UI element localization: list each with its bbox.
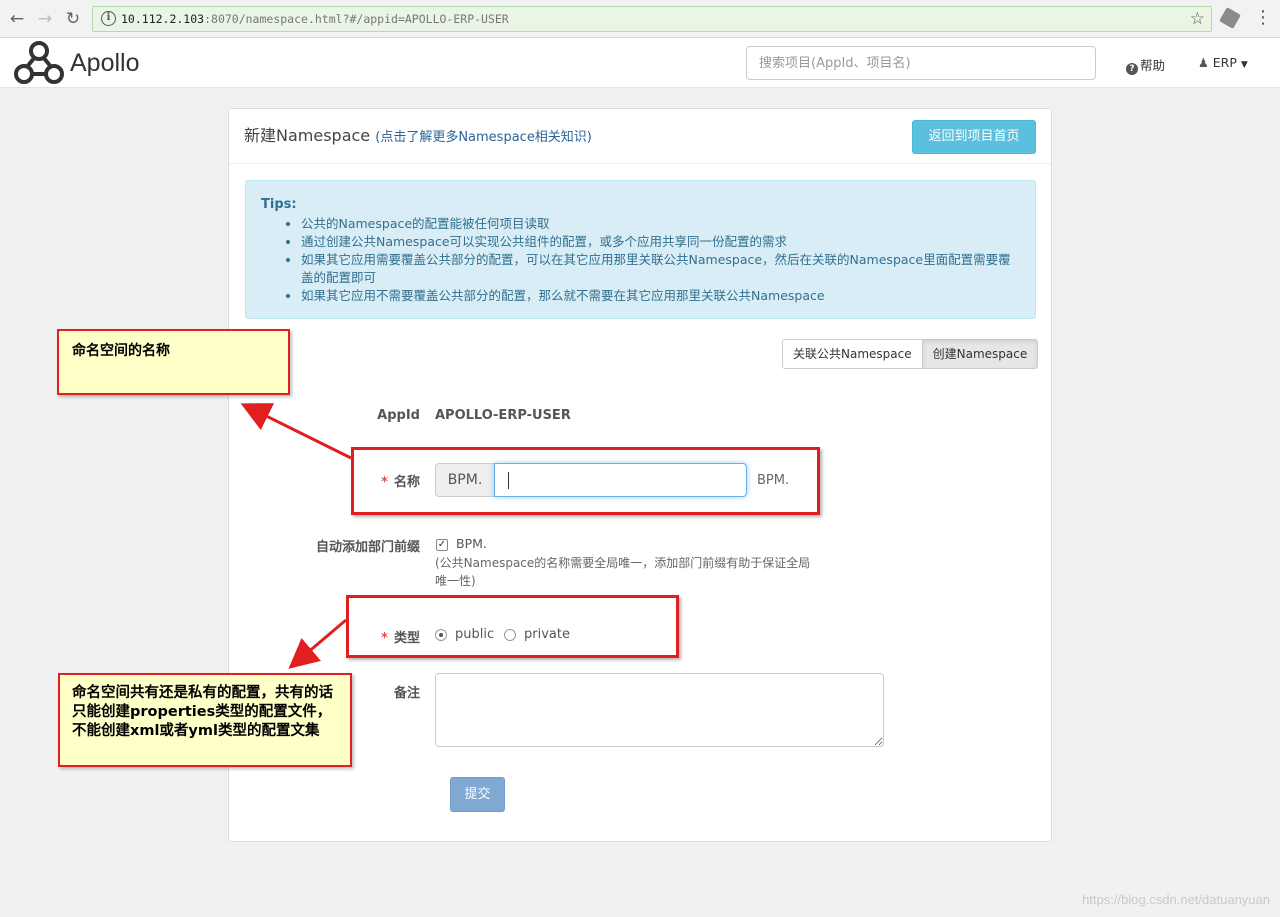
auto-prefix-checkbox[interactable]: ✓	[436, 539, 448, 551]
appid-value: APOLLO-ERP-USER	[435, 408, 571, 423]
tip-item: 如果其它应用需要覆盖公共部分的配置，可以在其它应用那里关联公共Namespace…	[301, 251, 1035, 287]
address-bar[interactable]: i 10.112.2.103:8070/namespace.html?#/app…	[92, 6, 1212, 32]
url-text: 10.112.2.103:8070/namespace.html?#/appid…	[121, 12, 509, 26]
name-highlight-box	[351, 447, 820, 515]
back-arrow-icon[interactable]: ←	[6, 8, 28, 30]
forward-arrow-icon[interactable]: →	[34, 8, 56, 30]
appid-label: AppId	[377, 408, 420, 423]
namespace-mode-toggle: 关联公共Namespace 创建Namespace	[782, 339, 1039, 369]
extension-icon[interactable]	[1219, 7, 1241, 29]
namespace-help-link[interactable]: (点击了解更多Namespace相关知识)	[375, 130, 592, 145]
apollo-logo-icon[interactable]	[14, 40, 64, 86]
bookmark-star-icon[interactable]: ☆	[1190, 9, 1205, 29]
info-icon[interactable]: i	[101, 11, 116, 26]
question-circle-icon: ?	[1126, 63, 1138, 75]
remark-textarea[interactable]	[435, 673, 884, 747]
tip-item: 公共的Namespace的配置能被任何项目读取	[301, 215, 1035, 233]
page-title: 新建Namespace (点击了解更多Namespace相关知识)	[244, 126, 592, 145]
name-callout-note: 命名空间的名称	[57, 329, 290, 395]
help-link[interactable]: ? 帮助	[1126, 55, 1165, 75]
app-header: Apollo ?帮助 ♟ ERP ▼	[0, 38, 1280, 88]
type-highlight-box	[346, 595, 679, 658]
project-search-input[interactable]	[746, 46, 1096, 80]
brand-name[interactable]: Apollo	[70, 49, 140, 78]
watermark-text: https://blog.csdn.net/datuanyuan	[1082, 892, 1270, 907]
back-to-project-button[interactable]: 返回到项目首页	[912, 120, 1036, 154]
caret-down-icon: ▼	[1240, 60, 1248, 70]
panel-header: 新建Namespace (点击了解更多Namespace相关知识) 返回到项目首…	[229, 109, 1051, 164]
user-menu[interactable]: ♟ ERP ▼	[1198, 55, 1248, 70]
reload-icon[interactable]: ↻	[62, 8, 84, 30]
type-callout-note: 命名空间共有还是私有的配置，共有的话只能创建properties类型的配置文件，…	[58, 673, 352, 767]
associate-public-namespace-button[interactable]: 关联公共Namespace	[782, 339, 923, 369]
auto-prefix-label: 自动添加部门前缀	[315, 540, 420, 555]
tip-item: 如果其它应用不需要覆盖公共部分的配置，那么就不需要在其它应用那里关联公共Name…	[301, 287, 1035, 305]
auto-prefix-value: BPM.	[456, 536, 487, 551]
browser-toolbar: ← → ↻ i 10.112.2.103:8070/namespace.html…	[0, 0, 1280, 38]
browser-menu-icon[interactable]: ⋮	[1254, 8, 1272, 28]
auto-prefix-help-text: (公共Namespace的名称需要全局唯一，添加部门前缀有助于保证全局唯一性)	[435, 556, 811, 588]
user-icon: ♟	[1198, 56, 1209, 70]
tip-item: 通过创建公共Namespace可以实现公共组件的配置，或多个应用共享同一份配置的…	[301, 233, 1035, 251]
create-namespace-button[interactable]: 创建Namespace	[922, 339, 1039, 369]
tips-list: 公共的Namespace的配置能被任何项目读取 通过创建公共Namespace可…	[301, 215, 1035, 305]
submit-button[interactable]: 提交	[450, 777, 505, 812]
tips-label: Tips:	[261, 197, 297, 212]
tips-alert: Tips: 公共的Namespace的配置能被任何项目读取 通过创建公共Name…	[245, 180, 1036, 319]
